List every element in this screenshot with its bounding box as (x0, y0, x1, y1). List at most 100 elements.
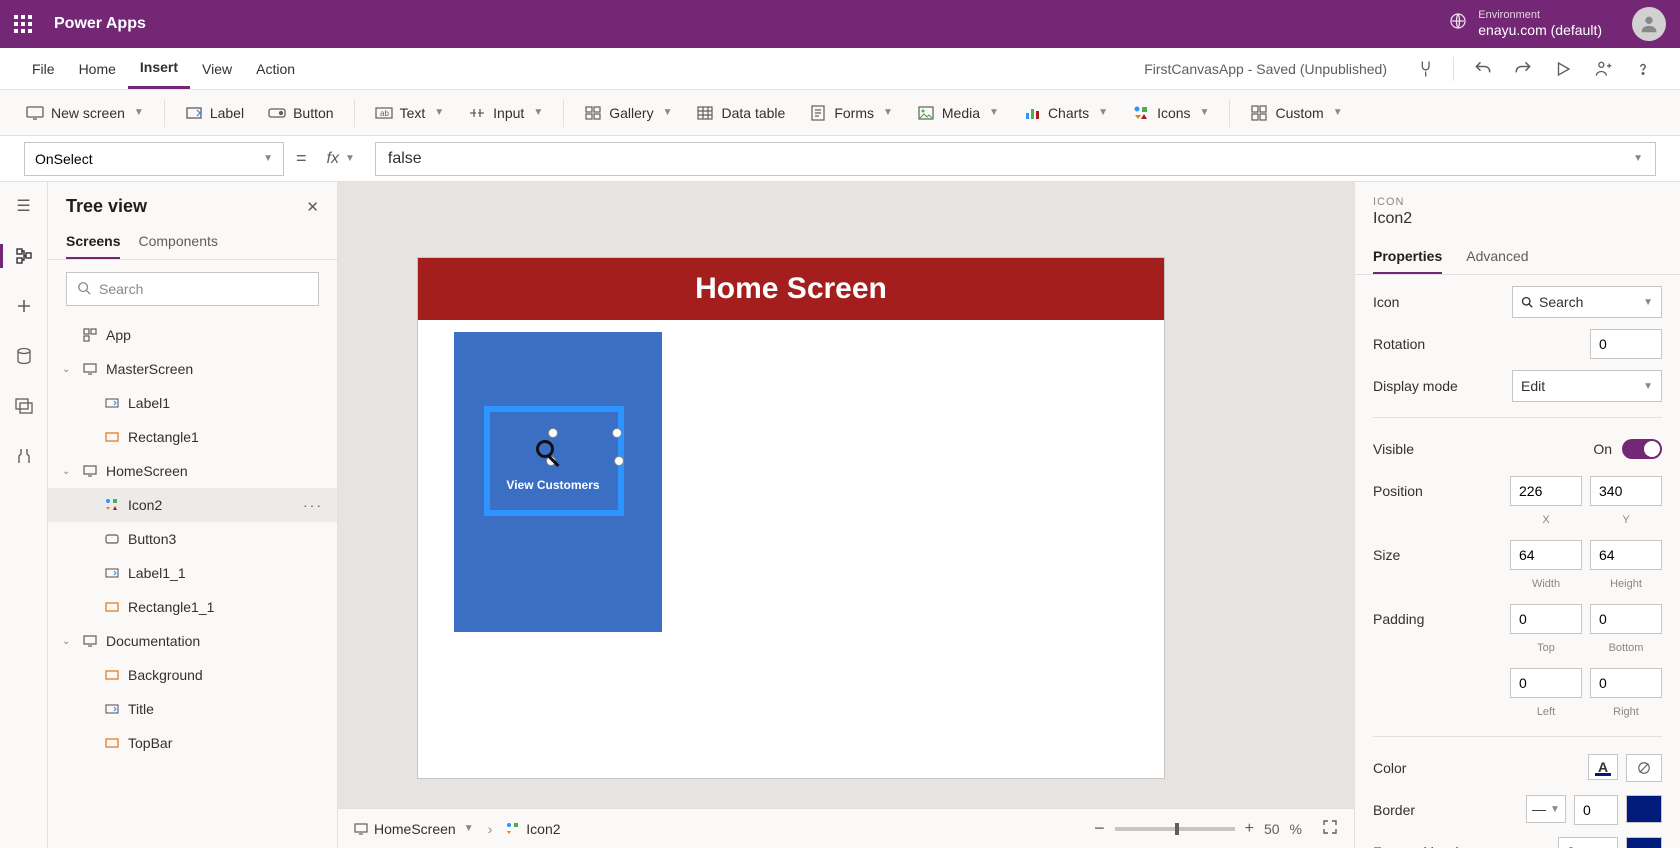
toggle-on-label: On (1593, 441, 1612, 457)
play-icon[interactable] (1546, 52, 1580, 86)
prop-border-style[interactable]: — ▼ (1526, 795, 1566, 823)
rail-tools-icon[interactable] (10, 442, 38, 470)
prop-color-button[interactable]: A (1588, 754, 1618, 780)
input-button[interactable]: Input▼ (458, 98, 553, 128)
breadcrumb-separator: › (488, 821, 493, 837)
text-button[interactable]: ab Text▼ (365, 98, 455, 128)
tree-item-rectangle1[interactable]: Rectangle1 (48, 420, 337, 454)
canvas-area[interactable]: Home Screen View Customers HomeScreen ▼ … (338, 182, 1354, 848)
rail-hamburger-icon[interactable]: ☰ (10, 192, 38, 220)
tab-screens[interactable]: Screens (66, 225, 120, 259)
label-button[interactable]: Label (175, 98, 254, 128)
rail-media-icon[interactable] (10, 392, 38, 420)
prop-position-label: Position (1373, 483, 1510, 499)
shape-icon (104, 601, 120, 613)
formula-input[interactable]: false ▼ (375, 142, 1656, 176)
tree-list: App ⌄ MasterScreen Label1 Rectangle1 ⌄ H… (48, 318, 337, 848)
prop-rotation-input[interactable] (1590, 329, 1662, 359)
prop-icon-label: Icon (1373, 294, 1512, 310)
tree-item-icon2[interactable]: Icon2 ··· (48, 488, 337, 522)
menu-view[interactable]: View (190, 48, 244, 89)
tab-advanced[interactable]: Advanced (1466, 240, 1528, 274)
prop-pad-bottom-input[interactable] (1590, 604, 1662, 634)
prop-pad-left-input[interactable] (1510, 668, 1582, 698)
help-icon[interactable] (1626, 52, 1660, 86)
status-bar: HomeScreen ▼ › Icon2 − + 50 % (338, 808, 1354, 848)
data-table-button[interactable]: Data table (686, 98, 795, 128)
search-input[interactable]: Search (66, 272, 319, 306)
menu-home[interactable]: Home (67, 48, 128, 89)
close-icon[interactable]: ✕ (306, 198, 319, 216)
input-label: Input (493, 105, 524, 121)
tree-item-label1[interactable]: Label1 (48, 386, 337, 420)
fx-button[interactable]: fx▼ (319, 150, 363, 168)
tree-item-label1-1[interactable]: Label1_1 (48, 556, 337, 590)
tree-item-background[interactable]: Background (48, 658, 337, 692)
tree-item-homescreen[interactable]: ⌄ HomeScreen (48, 454, 337, 488)
tree-item-masterscreen[interactable]: ⌄ MasterScreen (48, 352, 337, 386)
charts-button[interactable]: Charts▼ (1013, 98, 1118, 128)
prop-width-input[interactable] (1510, 540, 1582, 570)
label-icon (104, 567, 120, 579)
icons-button[interactable]: Icons▼ (1122, 98, 1219, 128)
prop-focused-border-input[interactable] (1558, 837, 1618, 848)
fit-screen-icon[interactable] (1322, 819, 1338, 838)
prop-x-input[interactable] (1510, 476, 1582, 506)
breadcrumb-item[interactable]: Icon2 (506, 821, 560, 837)
breadcrumb-screen[interactable]: HomeScreen ▼ (354, 821, 474, 837)
gallery-button[interactable]: Gallery▼ (574, 98, 682, 128)
forms-button[interactable]: Forms▼ (799, 98, 903, 128)
app-launcher-icon[interactable] (14, 15, 32, 33)
tree-item-app[interactable]: App (48, 318, 337, 352)
tab-properties[interactable]: Properties (1373, 240, 1442, 274)
rail-add-icon[interactable] (10, 292, 38, 320)
zoom-in-button[interactable]: + (1245, 820, 1254, 838)
prop-border-color[interactable] (1626, 795, 1662, 823)
redo-icon[interactable] (1506, 52, 1540, 86)
more-icon[interactable]: ··· (303, 497, 323, 513)
prop-height-input[interactable] (1590, 540, 1662, 570)
tree-item-documentation[interactable]: ⌄ Documentation (48, 624, 337, 658)
menu-insert[interactable]: Insert (128, 48, 190, 89)
avatar[interactable] (1632, 7, 1666, 41)
tree-item-rectangle1-1[interactable]: Rectangle1_1 (48, 590, 337, 624)
tree-view-panel: Tree view ✕ Screens Components Search Ap… (48, 182, 338, 848)
divider (164, 99, 165, 127)
media-button[interactable]: Media▼ (907, 98, 1009, 128)
tree-item-title[interactable]: Title (48, 692, 337, 726)
charts-label: Charts (1048, 105, 1089, 121)
prop-focused-border-color[interactable] (1626, 837, 1662, 848)
resize-handle[interactable] (614, 456, 624, 466)
undo-icon[interactable] (1466, 52, 1500, 86)
canvas-screen[interactable]: Home Screen View Customers (418, 258, 1164, 778)
prop-visible-toggle[interactable] (1622, 439, 1662, 459)
custom-button[interactable]: Custom▼ (1240, 98, 1352, 128)
rail-data-icon[interactable] (10, 342, 38, 370)
shape-icon (104, 737, 120, 749)
menu-action[interactable]: Action (244, 48, 307, 89)
prop-display-mode-select[interactable]: Edit▼ (1512, 370, 1662, 402)
zoom-out-button[interactable]: − (1094, 818, 1105, 839)
resize-handle[interactable] (612, 428, 622, 438)
prop-y-input[interactable] (1590, 476, 1662, 506)
tab-components[interactable]: Components (138, 225, 217, 259)
menu-file[interactable]: File (20, 48, 67, 89)
custom-icon (1250, 104, 1268, 122)
button-button[interactable]: Button (258, 98, 343, 128)
property-select[interactable]: OnSelect ▼ (24, 142, 284, 176)
prop-pad-top-input[interactable] (1510, 604, 1582, 634)
prop-border-width-input[interactable] (1574, 795, 1618, 825)
rail-tree-icon[interactable] (10, 242, 38, 270)
app-checker-icon[interactable] (1407, 52, 1441, 86)
new-screen-button[interactable]: New screen▼ (16, 98, 154, 128)
zoom-slider[interactable] (1115, 827, 1235, 831)
property-value: OnSelect (35, 151, 93, 167)
prop-icon-select[interactable]: Search ▼ (1512, 286, 1662, 318)
resize-handle[interactable] (548, 428, 558, 438)
tree-item-button3[interactable]: Button3 (48, 522, 337, 556)
share-icon[interactable] (1586, 52, 1620, 86)
prop-pad-right-input[interactable] (1590, 668, 1662, 698)
tree-item-topbar[interactable]: TopBar (48, 726, 337, 760)
environment-picker[interactable]: Environment enayu.com (default) (1448, 9, 1602, 39)
prop-color-swatch[interactable] (1626, 754, 1662, 782)
